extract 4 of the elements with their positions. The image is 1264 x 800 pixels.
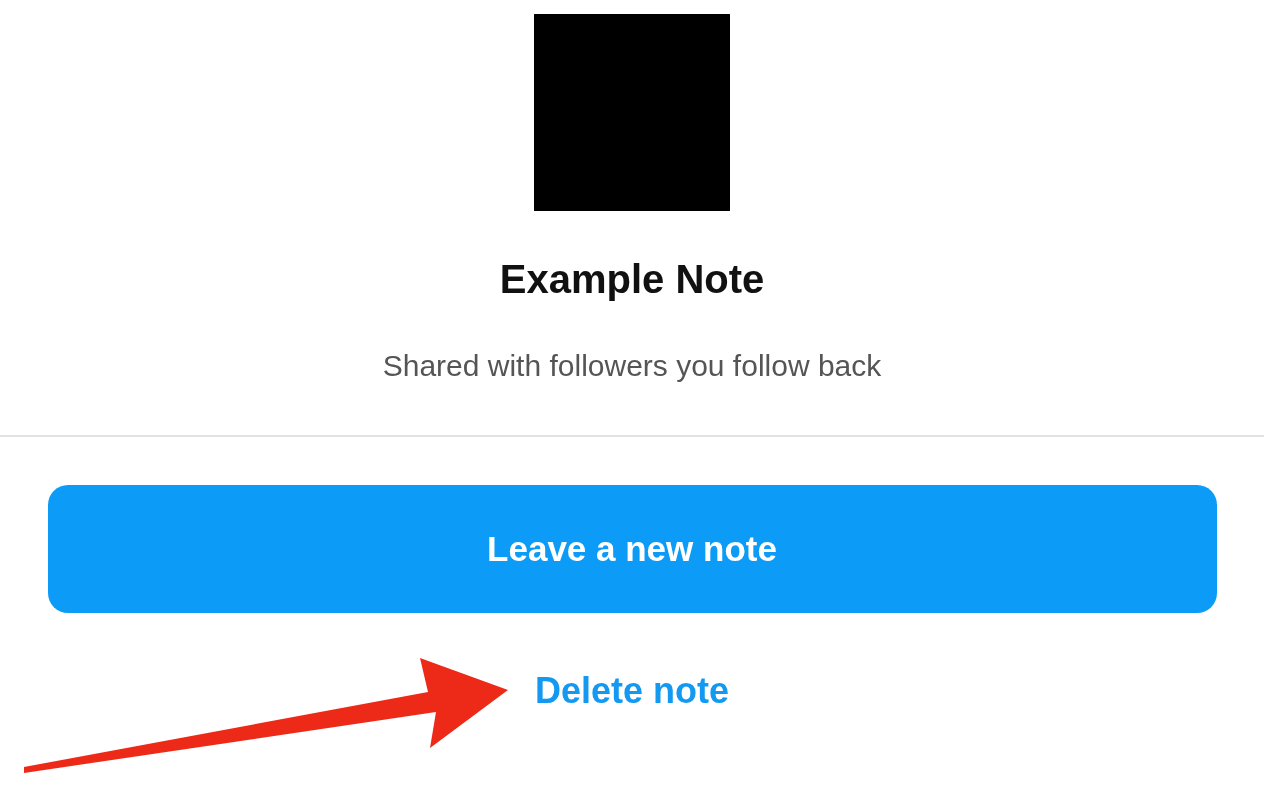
delete-note-link[interactable]: Delete note bbox=[534, 669, 729, 713]
audience-text: Shared with followers you follow back bbox=[382, 348, 882, 384]
leave-note-button[interactable]: Leave a new note bbox=[47, 485, 1217, 613]
note-title: Example Note bbox=[499, 256, 765, 303]
